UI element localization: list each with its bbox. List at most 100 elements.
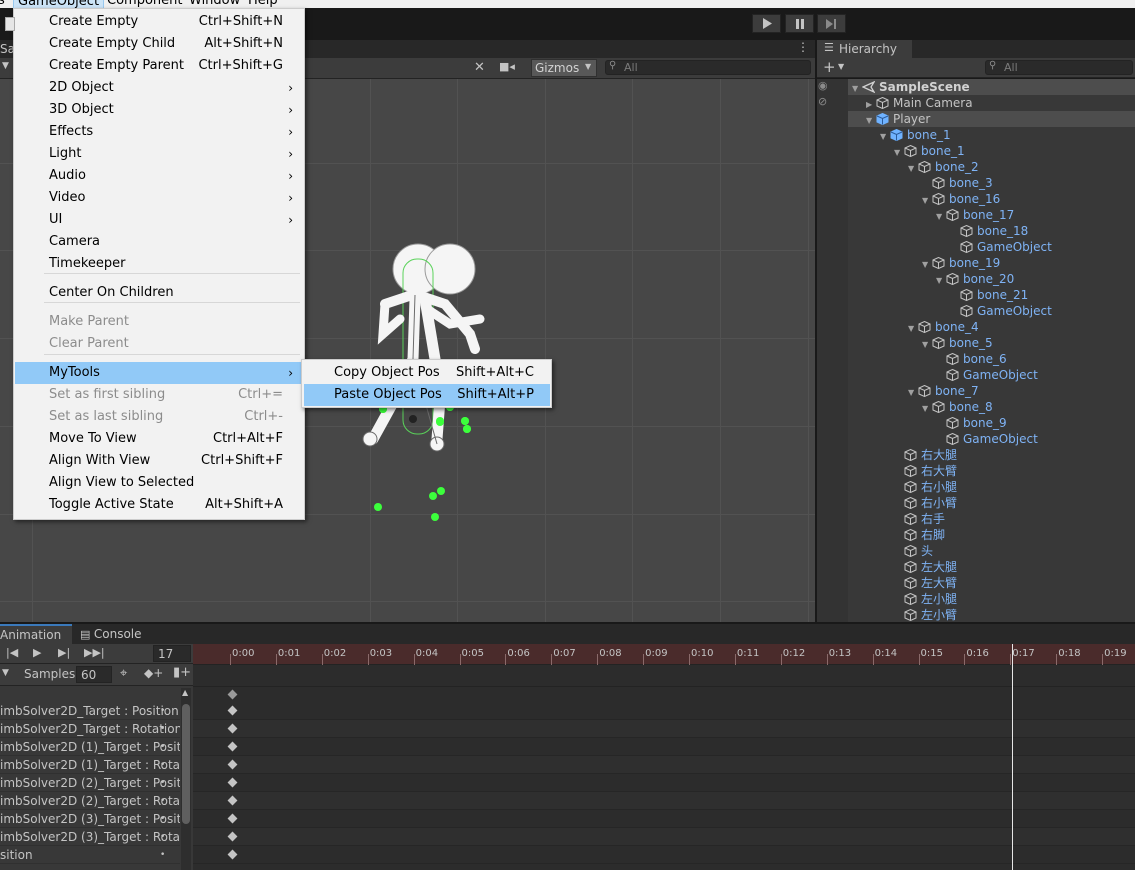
property-row[interactable]: imbSolver2D (1)_Target : Position • — [0, 738, 180, 756]
menu-item-window[interactable]: Window — [189, 0, 240, 8]
pause-button[interactable] — [785, 14, 814, 33]
property-options-icon[interactable]: • — [160, 702, 165, 719]
property-options-icon[interactable]: • — [160, 756, 165, 773]
property-row[interactable]: sition • — [0, 846, 180, 864]
hierarchy-row[interactable]: bone_9 — [848, 415, 1135, 431]
gizmos-dropdown[interactable]: Gizmos ▼ — [531, 59, 597, 77]
hierarchy-row[interactable]: ▼ bone_20 — [848, 271, 1135, 287]
property-row[interactable]: imbSolver2D_Target : Position • — [0, 702, 180, 720]
property-scrollbar[interactable]: ▲ — [181, 688, 191, 870]
hierarchy-row[interactable]: ▼ SampleScene — [848, 79, 1135, 95]
hierarchy-row[interactable]: 左大臂 — [848, 575, 1135, 591]
hierarchy-row[interactable]: 右大腿 — [848, 447, 1135, 463]
menu-item-create-empty[interactable]: Create Empty Ctrl+Shift+N — [15, 11, 303, 33]
property-options-icon[interactable]: • — [160, 846, 165, 863]
hierarchy-row[interactable]: 左大腿 — [848, 559, 1135, 575]
property-row[interactable]: imbSolver2D (3)_Target : Position • — [0, 810, 180, 828]
menu-item-move-to-view[interactable]: Move To View Ctrl+Alt+F — [15, 428, 303, 450]
keyframe-mode-icon[interactable]: ⌖ — [120, 666, 127, 681]
hierarchy-row[interactable]: ▼ bone_5 — [848, 335, 1135, 351]
hierarchy-row[interactable]: 左小腿 — [848, 591, 1135, 607]
next-key-icon[interactable]: ▶| — [58, 646, 70, 659]
first-key-icon[interactable]: |◀ — [6, 646, 18, 659]
menu-item-create-empty-parent[interactable]: Create Empty Parent Ctrl+Shift+G — [15, 55, 303, 77]
hierarchy-row[interactable]: bone_18 — [848, 223, 1135, 239]
property-options-icon[interactable]: • — [160, 774, 165, 791]
menu-item-camera[interactable]: Camera — [15, 231, 303, 253]
keyframe[interactable] — [227, 777, 238, 788]
visibility-eye-icon[interactable]: ◉ — [818, 79, 828, 92]
frame-input[interactable]: 17 — [153, 645, 191, 662]
hierarchy-row[interactable]: ▼ bone_1 — [848, 143, 1135, 159]
step-button[interactable] — [817, 14, 846, 33]
scrollbar-thumb[interactable] — [182, 704, 190, 824]
keyframe[interactable] — [227, 849, 238, 860]
hierarchy-row[interactable]: GameObject — [848, 431, 1135, 447]
menu-item-light[interactable]: Light › — [15, 143, 303, 165]
kebab-menu-icon[interactable]: ⋮ — [797, 40, 809, 54]
property-row[interactable]: imbSolver2D_Target : Rotation • — [0, 720, 180, 738]
keyframe[interactable] — [227, 813, 238, 824]
hierarchy-row[interactable]: bone_3 — [848, 175, 1135, 191]
hierarchy-row[interactable]: ▼ bone_19 — [848, 255, 1135, 271]
keyframe[interactable] — [227, 795, 238, 806]
property-options-icon[interactable]: • — [160, 738, 165, 755]
menu-item-create-empty-child[interactable]: Create Empty Child Alt+Shift+N — [15, 33, 303, 55]
add-button[interactable]: + — [823, 58, 836, 76]
play-button[interactable] — [752, 14, 781, 33]
menu-item-3d-object[interactable]: 3D Object › — [15, 99, 303, 121]
dopesheet[interactable]: 0:00 0:01 0:02 0:03 0:04 0:05 0:06 0:07 0:08 0:09… — [193, 644, 1135, 870]
hierarchy-row[interactable]: ▼ bone_8 — [848, 399, 1135, 415]
menu-item-align-view-to-selected[interactable]: Align View to Selected — [15, 472, 303, 494]
hierarchy-row[interactable]: ▼ bone_17 — [848, 207, 1135, 223]
property-options-icon[interactable]: • — [160, 828, 165, 845]
playhead[interactable] — [1012, 644, 1013, 870]
property-row[interactable]: imbSolver2D (1)_Target : Rotation• — [0, 756, 180, 774]
hierarchy-row[interactable]: bone_6 — [848, 351, 1135, 367]
menu-item-timekeeper[interactable]: Timekeeper — [15, 253, 303, 275]
tab-hierarchy[interactable]: ☰ Hierarchy — [817, 40, 912, 59]
property-row[interactable]: imbSolver2D (2)_Target : Position • — [0, 774, 180, 792]
hierarchy-row[interactable]: ▼ bone_1 — [848, 127, 1135, 143]
tab-console[interactable]: ▤ Console — [80, 627, 142, 641]
property-row[interactable]: imbSolver2D (2)_Target : Rotation• — [0, 792, 180, 810]
keyframe[interactable] — [227, 831, 238, 842]
scroll-up-icon[interactable]: ▲ — [182, 688, 188, 697]
hierarchy-row[interactable]: GameObject — [848, 367, 1135, 383]
play-icon[interactable]: ▶ — [33, 646, 41, 659]
hierarchy-row[interactable]: ▼ bone_7 — [848, 383, 1135, 399]
hierarchy-row[interactable]: 头 — [848, 543, 1135, 559]
timeline-ruler[interactable]: 0:00 0:01 0:02 0:03 0:04 0:05 0:06 0:07 0:08 0:09… — [193, 644, 1135, 665]
last-key-icon[interactable]: ▶▶| — [84, 646, 105, 659]
hierarchy-search-input[interactable]: ⚲ All — [985, 60, 1133, 75]
keyframe[interactable] — [227, 741, 238, 752]
menu-item-gameobject[interactable]: GameObject — [13, 0, 105, 8]
add-keyframe-icon[interactable]: ◆+ — [144, 666, 163, 680]
hierarchy-row[interactable]: GameObject — [848, 303, 1135, 319]
menu-item-center-on-children[interactable]: Center On Children — [15, 282, 303, 304]
menu-item-help[interactable]: Help — [248, 0, 278, 8]
hierarchy-row[interactable]: 右手 — [848, 511, 1135, 527]
camera-icon[interactable]: ■◂ — [499, 60, 515, 73]
clip-dropdown-icon[interactable]: ▼ — [2, 668, 9, 678]
scene-search-input[interactable]: ⚲ All — [605, 60, 811, 75]
property-options-icon[interactable]: • — [160, 810, 165, 827]
menu-item-component[interactable]: Component — [107, 0, 182, 8]
menu-item-ui[interactable]: UI › — [15, 209, 303, 231]
tools-icon[interactable]: ✕ — [474, 60, 485, 75]
submenu-item-paste-object-pos[interactable]: Paste Object Pos Shift+Alt+P — [304, 384, 550, 406]
hierarchy-row[interactable]: ▼ bone_4 — [848, 319, 1135, 335]
menu-item-s[interactable]: s — [0, 0, 5, 8]
dropdown-arrow-icon[interactable]: ▼ — [2, 61, 9, 71]
menu-item-toggle-active-state[interactable]: Toggle Active State Alt+Shift+A — [15, 494, 303, 516]
property-options-icon[interactable]: • — [160, 792, 165, 809]
pick-hidden-icon[interactable]: ⊘ — [818, 95, 827, 108]
tab-animation[interactable]: Animation — [0, 624, 72, 644]
hierarchy-row[interactable]: ▼ Player — [848, 111, 1135, 127]
hierarchy-row[interactable]: bone_21 — [848, 287, 1135, 303]
keyframe[interactable] — [227, 759, 238, 770]
menu-item-2d-object[interactable]: 2D Object › — [15, 77, 303, 99]
property-row[interactable]: imbSolver2D (3)_Target : Rotation• — [0, 828, 180, 846]
submenu-item-copy-object-pos[interactable]: Copy Object Pos Shift+Alt+C — [304, 362, 550, 384]
chevron-down-icon[interactable]: ▼ — [838, 62, 844, 71]
